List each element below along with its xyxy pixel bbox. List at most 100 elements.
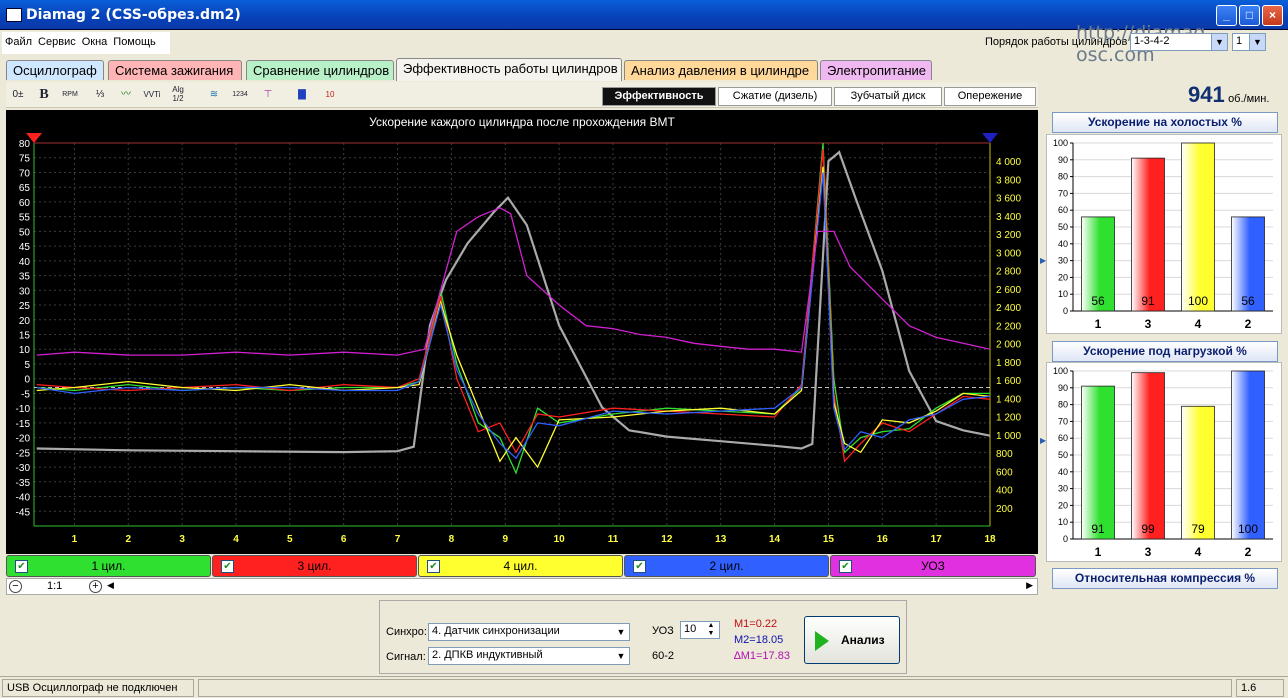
y-right-tick-label: 3 000 <box>996 248 1021 259</box>
legend-uoz[interactable]: ✔ УОЗ <box>830 555 1036 577</box>
relative-compression-button[interactable]: Относительная компрессия % <box>1052 568 1278 589</box>
zoom-in-button[interactable]: + <box>89 580 102 593</box>
checkbox-icon[interactable]: ✔ <box>633 560 646 573</box>
y-tick-label: 90 <box>1058 383 1068 393</box>
y-tick-label: 20 <box>1058 272 1068 282</box>
legend-cyl-1[interactable]: ✔ 1 цил. <box>6 555 211 577</box>
tab-cylinder-compare[interactable]: Сравнение цилиндров <box>246 60 394 80</box>
scale-icon[interactable]: 0± <box>8 85 28 105</box>
tab-power-supply[interactable]: Электропитание <box>820 60 932 80</box>
load-bar-2 <box>1231 370 1265 540</box>
vvti-icon[interactable]: VVTi <box>142 85 162 105</box>
rpm-icon[interactable]: RPM <box>60 85 80 105</box>
x-tick-label: 10 <box>554 534 566 545</box>
uoz-stepper[interactable]: 10 ▲ ▼ <box>680 621 720 639</box>
y-left-tick-label: 55 <box>19 213 31 224</box>
signal-select[interactable]: 2. ДПКВ индуктивный ▼ <box>428 647 630 665</box>
subtab-gear-disk[interactable]: Зубчатый диск <box>834 87 942 106</box>
y-left-tick-label: 60 <box>19 198 31 209</box>
load-acceleration-button[interactable]: Ускорение под нагрузкой % <box>1052 341 1278 362</box>
legend-label: УОЗ <box>921 559 945 573</box>
idle-acceleration-button[interactable]: Ускорение на холостых % <box>1052 112 1278 133</box>
chart-scrollbar[interactable]: − 1:1 + ◀ ▶ <box>6 578 1038 595</box>
bars-icon[interactable]: ▇ <box>292 85 312 105</box>
second-select[interactable]: 1 ▼ <box>1232 33 1266 51</box>
subtab-advance[interactable]: Опережение <box>944 87 1036 106</box>
y-tick-label: 100 <box>1053 138 1068 148</box>
load-bar-3 <box>1131 372 1165 540</box>
subtab-efficiency[interactable]: Эффективность <box>602 87 716 106</box>
sync-select[interactable]: 4. Датчик синхронизации ▼ <box>428 623 630 641</box>
menu-bar: Файл Сервис Окна Помощь <box>2 32 170 54</box>
m1-value: M1=0.22 <box>734 618 778 630</box>
y-left-tick-label: 80 <box>19 139 31 150</box>
checkbox-icon[interactable]: ✔ <box>839 560 852 573</box>
zoom-out-button[interactable]: − <box>9 580 22 593</box>
series-legend: ✔ 1 цил. ✔ 3 цил. ✔ 4 цил. ✔ 2 цил. ✔ УОЗ <box>6 555 1038 577</box>
y-left-tick-label: -30 <box>16 463 31 474</box>
idle-acceleration-svg: 10090807060504030201005619131004562 <box>1053 138 1273 331</box>
legend-cyl-2[interactable]: ✔ 2 цил. <box>624 555 829 577</box>
y-tick-label: 20 <box>1058 500 1068 510</box>
y-tick-label: 50 <box>1058 222 1068 232</box>
x-tick-label: 4 <box>233 534 239 545</box>
y-left-tick-label: 5 <box>24 360 30 371</box>
stepper-arrows-icon[interactable]: ▲ ▼ <box>703 622 719 638</box>
bold-icon[interactable]: B <box>34 85 54 105</box>
zigzag-icon[interactable]: 〰 <box>116 85 136 105</box>
y-right-tick-label: 2 000 <box>996 340 1021 351</box>
x-tick-label: 12 <box>661 534 673 545</box>
analyze-button[interactable]: Анализ <box>804 616 900 664</box>
firing-order-value: 1-3-4-2 <box>1134 35 1170 47</box>
menu-service[interactable]: Сервис <box>35 32 79 52</box>
y-left-tick-label: 70 <box>19 168 31 179</box>
legend-cyl-3[interactable]: ✔ 3 цил. <box>212 555 417 577</box>
y-left-tick-label: -15 <box>16 419 31 430</box>
y-left-tick-label: -35 <box>16 478 31 489</box>
idle-category-label: 3 <box>1145 317 1152 331</box>
status-middle <box>198 679 1232 697</box>
y-tick-label: 40 <box>1058 239 1068 249</box>
x-tick-label: 17 <box>931 534 943 545</box>
tab-ignition[interactable]: Система зажигания <box>108 60 242 80</box>
load-bar-value: 99 <box>1141 522 1155 536</box>
menu-windows[interactable]: Окна <box>79 32 111 52</box>
checkbox-icon[interactable]: ✔ <box>221 560 234 573</box>
scroll-right-button[interactable]: ▶ <box>1026 580 1033 591</box>
menu-file[interactable]: Файл <box>2 32 35 52</box>
y-right-tick-label: 2 400 <box>996 303 1021 314</box>
idle-category-label: 2 <box>1245 317 1252 331</box>
idle-category-label: 1 <box>1095 317 1102 331</box>
sync-label: Синхро: <box>386 626 427 638</box>
checkbox-icon[interactable]: ✔ <box>15 560 28 573</box>
counter-icon[interactable]: 10 <box>320 85 340 105</box>
scroll-left-button[interactable]: ◀ <box>107 580 114 591</box>
alg-icon[interactable]: Alg 1/2 <box>168 85 188 105</box>
load-acceleration-svg: 10090807060504030201009119937941002 <box>1053 366 1273 559</box>
tab-cylinder-efficiency[interactable]: Эффективность работы цилиндров <box>396 58 622 81</box>
firing-order-select[interactable]: 1-3-4-2 ▼ <box>1130 33 1228 51</box>
y-left-tick-label: 30 <box>19 286 31 297</box>
status-connection: USB Осциллограф не подключен <box>2 679 194 697</box>
signal-value: 2. ДПКВ индуктивный <box>432 649 543 661</box>
ratio-icon[interactable]: ⅓ <box>90 85 110 105</box>
export-icon[interactable]: 1234 <box>230 85 250 105</box>
y-right-tick-label: 200 <box>996 504 1013 515</box>
y-tick-label: 50 <box>1058 450 1068 460</box>
x-tick-label: 3 <box>179 534 185 545</box>
checkbox-icon[interactable]: ✔ <box>427 560 440 573</box>
series-line-1цил <box>36 142 990 475</box>
tab-oscilloscope[interactable]: Осциллограф <box>6 60 104 80</box>
sync-icon[interactable]: ≋ <box>204 85 224 105</box>
series-line-УОЗ <box>36 207 991 356</box>
y-right-tick-label: 2 200 <box>996 321 1021 332</box>
y-left-tick-label: 10 <box>19 345 31 356</box>
legend-cyl-4[interactable]: ✔ 4 цил. <box>418 555 623 577</box>
tab-pressure-analysis[interactable]: Анализ давления в цилиндре <box>624 60 818 80</box>
y-right-tick-label: 3 800 <box>996 175 1021 186</box>
filter-icon[interactable]: ⊤ <box>258 85 278 105</box>
acceleration-chart[interactable]: Ускорение каждого цилиндра после прохожд… <box>6 110 1038 554</box>
y-tick-label: 100 <box>1053 366 1068 376</box>
menu-help[interactable]: Помощь <box>110 32 159 52</box>
subtab-compression[interactable]: Сжатие (дизель) <box>718 87 832 106</box>
